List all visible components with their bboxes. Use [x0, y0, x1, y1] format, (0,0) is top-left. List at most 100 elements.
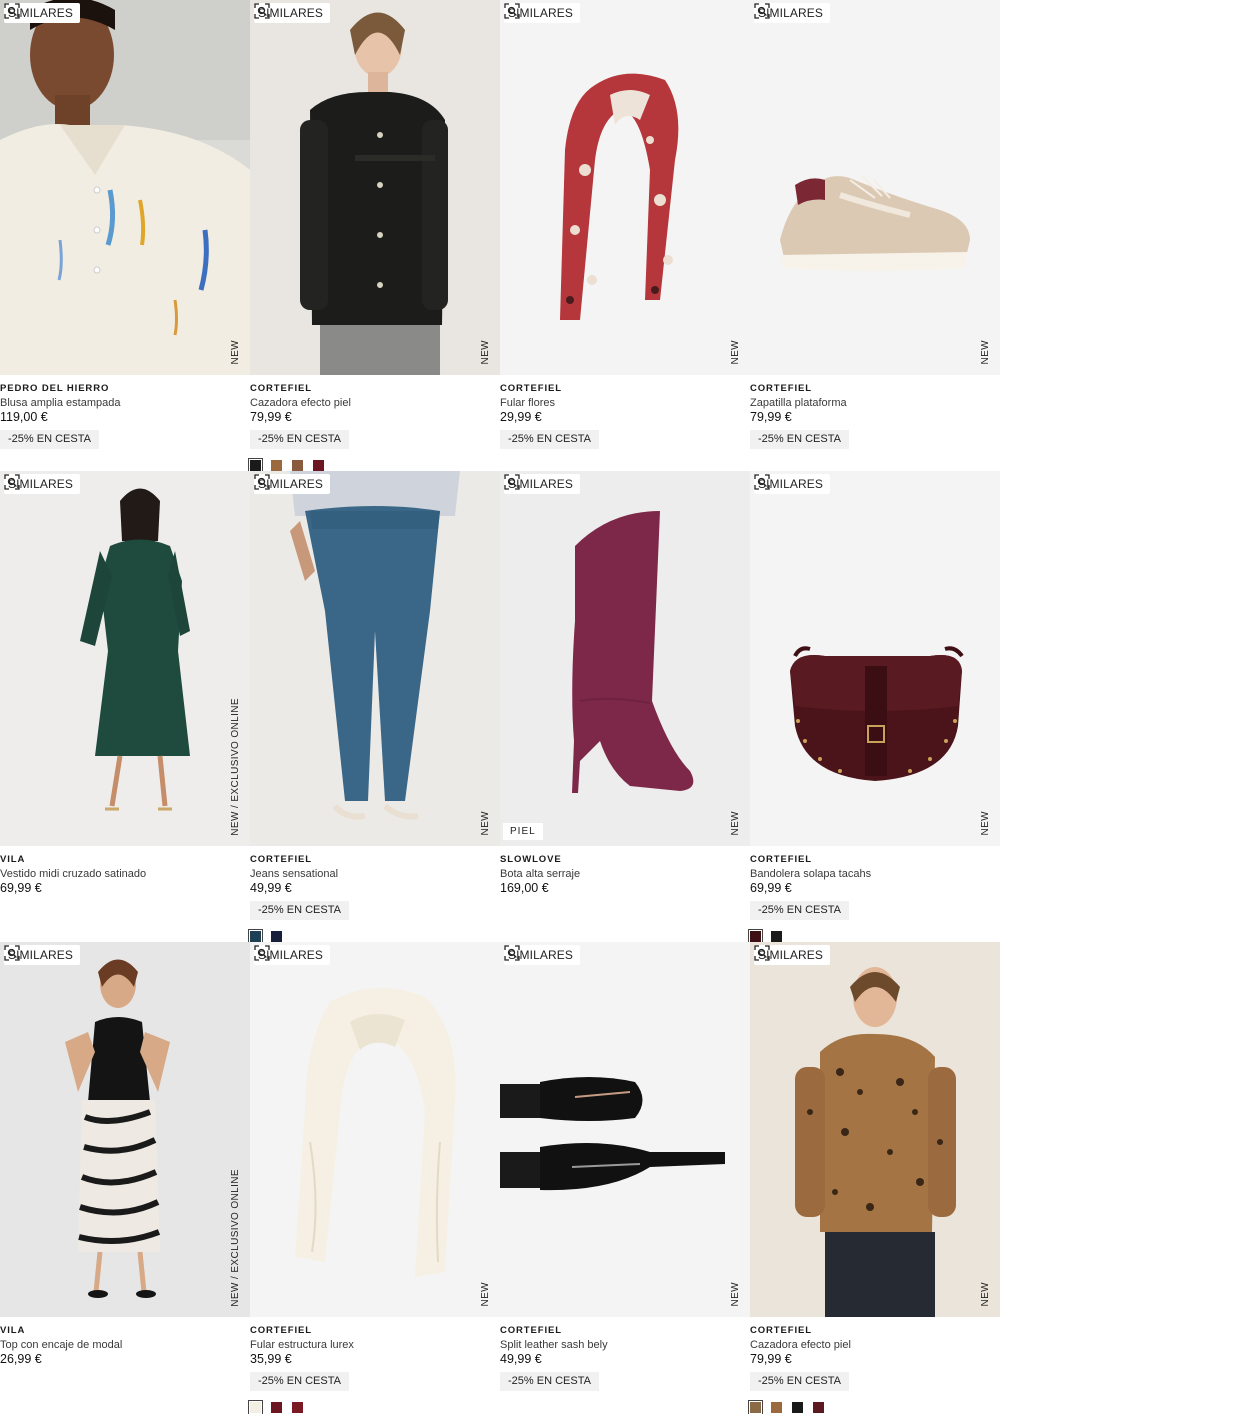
product-price: 35,99 € — [250, 1352, 292, 1366]
burgundy-knee-boot-photo — [500, 471, 750, 846]
visual-search-icon — [504, 3, 520, 19]
color-swatch[interactable] — [271, 460, 282, 471]
product-card[interactable]: SIMILARES NEW CORTEFIEL Fular flores 29,… — [500, 0, 750, 471]
visual-search-icon — [254, 474, 270, 490]
product-info: CORTEFIEL Cazadora efecto piel 79,99 € -… — [748, 1324, 1000, 1414]
blue-jeans-photo — [250, 471, 500, 846]
product-name[interactable]: Fular estructura lurex — [250, 1338, 500, 1352]
product-brand: VILA — [0, 1325, 26, 1336]
product-name[interactable]: Bota alta serraje — [500, 867, 750, 881]
product-info: PEDRO DEL HIERRO Blusa amplia estampada … — [0, 382, 250, 449]
visual-search-icon — [254, 945, 270, 961]
product-card[interactable]: SIMILARES NEW CORTEFIEL Cazadora efecto … — [748, 942, 1000, 1414]
product-card[interactable]: SIMILARES PIEL NEW SLOWLOVE Bota alta se… — [500, 471, 750, 942]
product-brand: CORTEFIEL — [750, 383, 812, 394]
product-image[interactable]: SIMILARES PIEL NEW — [500, 471, 750, 846]
promo-badge: -25% EN CESTA — [0, 430, 99, 449]
product-info: SLOWLOVE Bota alta serraje 169,00 € — [500, 853, 750, 896]
product-info: CORTEFIEL Cazadora efecto piel 79,99 € -… — [248, 382, 500, 473]
product-card[interactable]: SIMILARES NEW CORTEFIEL Zapatilla plataf… — [750, 0, 1000, 471]
product-card[interactable]: SIMILARES NEW CORTEFIEL Cazadora efecto … — [248, 0, 500, 473]
color-swatch[interactable] — [771, 1402, 782, 1413]
similar-button[interactable]: SIMILARES — [254, 474, 330, 494]
product-name[interactable]: Jeans sensational — [250, 867, 500, 881]
product-brand: CORTEFIEL — [750, 854, 812, 865]
similar-button[interactable]: SIMILARES — [754, 3, 830, 23]
product-image[interactable]: SIMILARES NEW — [0, 0, 250, 375]
product-card[interactable]: SIMILARES NEW CORTEFIEL Bandolera solapa… — [748, 471, 1000, 944]
product-name[interactable]: Fular flores — [500, 396, 750, 410]
product-image[interactable]: SIMILARES NEW — [500, 942, 750, 1317]
promo-badge: -25% EN CESTA — [250, 901, 349, 920]
product-price: 29,99 € — [500, 410, 542, 424]
product-card[interactable]: SIMILARES NEW CORTEFIEL Split leather sa… — [500, 942, 750, 1413]
color-swatch[interactable] — [313, 460, 324, 471]
color-swatch[interactable] — [248, 929, 263, 944]
similar-button[interactable]: SIMILARES — [754, 945, 830, 965]
product-price: 79,99 € — [750, 410, 792, 424]
product-name[interactable]: Bandolera solapa tacahs — [750, 867, 1000, 881]
product-price: 69,99 € — [750, 881, 792, 895]
product-image[interactable]: SIMILARES NEW — [250, 471, 500, 846]
product-name[interactable]: Cazadora efecto piel — [250, 396, 500, 410]
product-image[interactable]: SIMILARES NEW — [500, 0, 750, 375]
product-info: CORTEFIEL Split leather sash bely 49,99 … — [500, 1324, 750, 1391]
color-swatch[interactable] — [748, 929, 763, 944]
promo-badge: -25% EN CESTA — [750, 430, 849, 449]
product-image[interactable]: SIMILARES NEW — [250, 942, 500, 1317]
product-card[interactable]: SIMILARES NEW CORTEFIEL Jeans sensationa… — [248, 471, 500, 944]
product-card[interactable]: SIMILARES NEW / EXCLUSIVO ONLINE VILA To… — [0, 942, 250, 1413]
promo-badge: -25% EN CESTA — [250, 430, 349, 449]
product-brand: CORTEFIEL — [500, 1325, 562, 1336]
product-image[interactable]: SIMILARES NEW — [750, 0, 1000, 375]
new-tag: NEW — [480, 811, 491, 836]
color-swatch[interactable] — [813, 1402, 824, 1413]
color-swatch[interactable] — [271, 931, 282, 942]
product-info: VILA Top con encaje de modal 26,99 € — [0, 1324, 250, 1367]
product-info: CORTEFIEL Jeans sensational 49,99 € -25%… — [248, 853, 500, 944]
similar-button[interactable]: SIMILARES — [254, 3, 330, 23]
product-name[interactable]: Cazadora efecto piel — [750, 1338, 1000, 1352]
product-info: VILA Vestido midi cruzado satinado 69,99… — [0, 853, 250, 896]
color-swatches — [248, 458, 324, 473]
visual-search-icon — [4, 945, 20, 961]
product-name[interactable]: Vestido midi cruzado satinado — [0, 867, 250, 881]
similar-button[interactable]: SIMILARES — [504, 3, 580, 23]
similar-button[interactable]: SIMILARES — [4, 3, 80, 23]
product-image[interactable]: SIMILARES NEW — [750, 942, 1000, 1317]
product-name[interactable]: Top con encaje de modal — [0, 1338, 250, 1352]
product-name[interactable]: Blusa amplia estampada — [0, 396, 250, 410]
product-name[interactable]: Zapatilla plataforma — [750, 396, 1000, 410]
product-price: 79,99 € — [750, 1352, 792, 1366]
color-swatch[interactable] — [248, 458, 263, 473]
product-card[interactable]: SIMILARES NEW / EXCLUSIVO ONLINE VILA Ve… — [0, 471, 250, 942]
product-image[interactable]: SIMILARES NEW — [250, 0, 500, 375]
product-info: CORTEFIEL Fular flores 29,99 € -25% EN C… — [500, 382, 750, 449]
product-image[interactable]: SIMILARES NEW / EXCLUSIVO ONLINE — [0, 471, 250, 846]
color-swatch[interactable] — [248, 1400, 263, 1414]
color-swatch[interactable] — [771, 931, 782, 942]
color-swatch[interactable] — [292, 460, 303, 471]
product-image[interactable]: SIMILARES NEW / EXCLUSIVO ONLINE — [0, 942, 250, 1317]
visual-search-icon — [254, 3, 270, 19]
color-swatch[interactable] — [271, 1402, 282, 1413]
product-image[interactable]: SIMILARES NEW — [750, 471, 1000, 846]
product-card[interactable]: SIMILARES NEW CORTEFIEL Fular estructura… — [248, 942, 500, 1414]
visual-search-icon — [504, 474, 520, 490]
similar-button[interactable]: SIMILARES — [504, 945, 580, 965]
cream-lurex-scarf-photo — [250, 942, 500, 1317]
similar-button[interactable]: SIMILARES — [754, 474, 830, 494]
similar-button[interactable]: SIMILARES — [504, 474, 580, 494]
product-name[interactable]: Split leather sash bely — [500, 1338, 750, 1352]
similar-button[interactable]: SIMILARES — [4, 945, 80, 965]
product-info: CORTEFIEL Zapatilla plataforma 79,99 € -… — [750, 382, 1000, 449]
color-swatch[interactable] — [292, 1402, 303, 1413]
similar-button[interactable]: SIMILARES — [254, 945, 330, 965]
leopard-jacket-photo — [750, 942, 1000, 1317]
product-price: 26,99 € — [0, 1352, 42, 1366]
beige-platform-sneaker-photo — [750, 0, 1000, 375]
similar-button[interactable]: SIMILARES — [4, 474, 80, 494]
color-swatch[interactable] — [792, 1402, 803, 1413]
product-card[interactable]: SIMILARES NEW PEDRO DEL HIERRO Blusa amp… — [0, 0, 250, 471]
color-swatch[interactable] — [748, 1400, 763, 1414]
